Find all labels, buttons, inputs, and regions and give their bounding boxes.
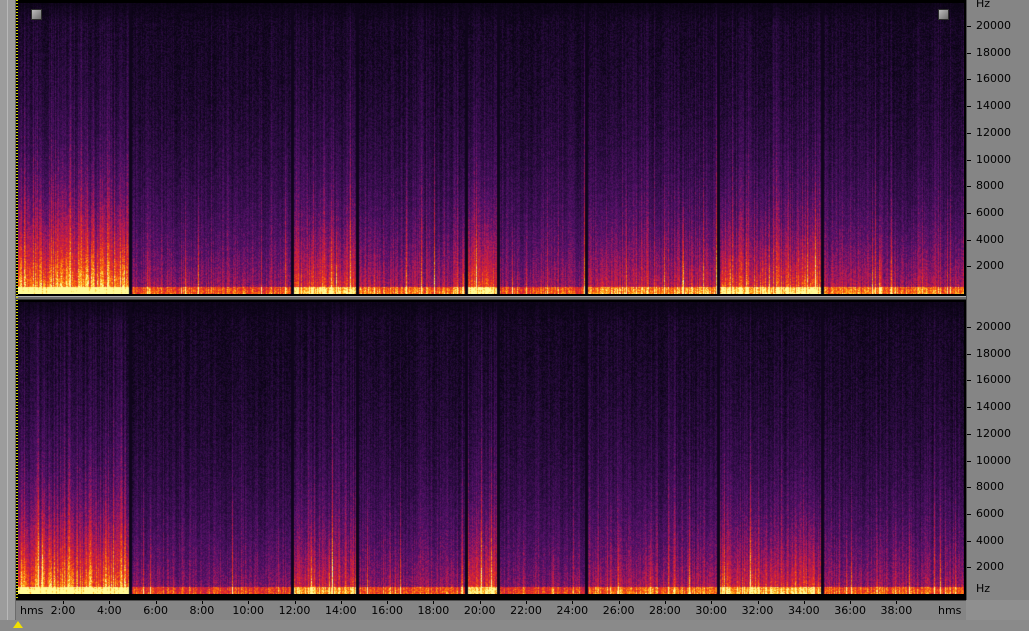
top-hz-label: 6000	[976, 205, 1004, 219]
selection-edge-marker	[16, 0, 18, 600]
time-label: 32:00	[741, 604, 774, 617]
top-hz-tick	[967, 79, 971, 81]
time-label: 2:00	[50, 604, 76, 617]
top-hz-label: 14000	[976, 99, 1011, 113]
top-hz-label: 10000	[976, 152, 1011, 166]
hz-unit-label-bottom: Hz	[976, 582, 991, 595]
top-hz-tick	[967, 52, 971, 54]
bottom-hz-label: 18000	[976, 346, 1011, 360]
bottom-hz-label: 10000	[976, 453, 1011, 467]
bottom-hz-label: 6000	[976, 506, 1004, 520]
bottom-hz-tick	[967, 487, 971, 489]
time-label: 24:00	[556, 604, 589, 617]
playback-cursor-icon[interactable]	[13, 621, 23, 628]
left-track-rail	[0, 0, 16, 631]
bottom-hz-label: 8000	[976, 480, 1004, 494]
status-strip	[0, 620, 1029, 631]
bottom-hz-label: 16000	[976, 373, 1011, 387]
time-label: 20:00	[463, 604, 496, 617]
time-label: 22:00	[510, 604, 542, 617]
top-hz-label: 18000	[976, 45, 1011, 59]
time-label: 6:00	[143, 604, 168, 617]
left-channel-canvas	[18, 3, 964, 294]
bottom-hz-tick	[967, 540, 971, 542]
channel-divider	[16, 296, 982, 300]
time-unit-label-start: hms	[20, 604, 44, 617]
right-channel-canvas	[18, 302, 964, 594]
time-label: 18:00	[417, 604, 450, 617]
bottom-hz-label: 14000	[976, 400, 1011, 414]
time-label: 12:00	[278, 604, 311, 617]
top-hz-label: 20000	[976, 19, 1011, 32]
bottom-hz-label: 12000	[976, 426, 1011, 440]
fade-out-handle-icon[interactable]	[938, 9, 949, 20]
time-label: 10:00	[232, 604, 265, 617]
top-hz-tick	[967, 239, 971, 241]
top-hz-label: 12000	[976, 125, 1011, 139]
top-hz-tick	[967, 212, 971, 214]
top-hz-label: 16000	[976, 72, 1011, 86]
time-label: 28:00	[649, 604, 681, 617]
time-label: 8:00	[189, 604, 215, 617]
time-label: 14:00	[324, 604, 357, 617]
time-label: 4:00	[96, 604, 122, 617]
top-hz-tick	[967, 106, 971, 108]
top-hz-tick	[967, 266, 971, 268]
time-label: 38:00	[880, 604, 913, 617]
top-hz-tick	[967, 26, 971, 27]
bottom-hz-tick	[967, 380, 971, 382]
top-hz-tick	[967, 132, 971, 134]
time-label: 34:00	[787, 604, 820, 617]
spectrogram-view[interactable]	[16, 0, 982, 600]
time-ruler[interactable]: hms hms 2:00 4:00 6:00 8:00 10:00 12:00 14:00 1…	[16, 600, 966, 621]
bottom-hz-tick	[967, 407, 971, 409]
top-hz-label: 8000	[976, 179, 1004, 193]
bottom-hz-tick	[967, 327, 971, 328]
bottom-hz-label: 4000	[976, 533, 1004, 547]
bottom-hz-tick	[967, 433, 971, 435]
top-hz-tick	[967, 159, 971, 161]
bottom-hz-label: 20000	[976, 320, 1011, 333]
frequency-ruler[interactable]: Hz Hz 20000 18000 16000 14000 12000 10000 8000…	[966, 0, 1029, 600]
left-channel-spectrogram[interactable]	[18, 3, 964, 294]
bottom-hz-tick	[967, 353, 971, 355]
bottom-hz-tick	[967, 567, 971, 569]
hz-unit-label-top: Hz	[976, 0, 991, 10]
bottom-hz-tick	[967, 513, 971, 515]
time-label: 36:00	[834, 604, 866, 617]
top-hz-label: 4000	[976, 232, 1004, 246]
time-label: 26:00	[602, 604, 635, 617]
bottom-hz-label: 2000	[976, 560, 1004, 574]
bottom-hz-tick	[967, 460, 971, 462]
fade-in-handle-icon[interactable]	[31, 9, 42, 20]
time-unit-label-end: hms	[938, 604, 962, 617]
time-label: 16:00	[371, 604, 403, 617]
top-hz-tick	[967, 186, 971, 188]
top-hz-label: 2000	[976, 259, 1004, 273]
right-channel-spectrogram[interactable]	[18, 302, 964, 594]
time-label: 30:00	[695, 604, 728, 617]
